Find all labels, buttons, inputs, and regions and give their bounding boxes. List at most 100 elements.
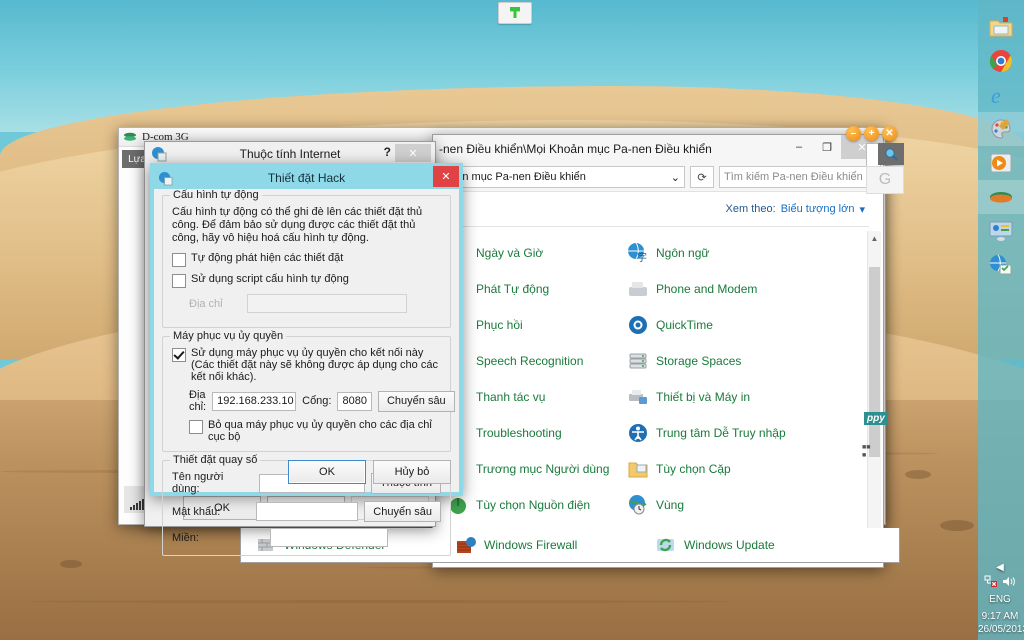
close-button[interactable]: ✕ — [882, 126, 897, 141]
list-item[interactable]: Phone and Modem — [627, 271, 807, 307]
vertical-scrollbar[interactable]: ▲ ▼ — [867, 231, 881, 561]
magnifier-icon[interactable] — [878, 143, 904, 165]
list-item[interactable]: Trương mục Người dùng — [447, 451, 627, 487]
list-item[interactable]: 字 Ngôn ngữ — [627, 235, 807, 271]
hack-dialog-button-row: OK Hủy bỏ — [288, 460, 451, 484]
close-button[interactable]: ✕ — [433, 166, 459, 187]
chrome-icon — [988, 48, 1014, 74]
list-item[interactable]: Phát Tự động — [447, 271, 627, 307]
dialog-title: Thiết đặt Hack — [267, 171, 346, 185]
use-script-checkbox[interactable] — [172, 274, 186, 288]
desktop-shortcut-icon[interactable] — [498, 2, 532, 24]
list-item[interactable]: Windows Firewall — [455, 528, 655, 562]
auto-detect-checkbox[interactable] — [172, 253, 186, 267]
list-item[interactable]: Thiết bị và Máy in — [627, 379, 807, 415]
maximize-button[interactable]: ❐ — [813, 135, 841, 159]
dock-item-paint[interactable] — [978, 112, 1024, 146]
scrollbar-thumb[interactable] — [869, 267, 880, 457]
dock-item-chrome[interactable] — [978, 44, 1024, 78]
system-tray: ◀ ENG 9:17 AM 26/05/2013 — [978, 562, 1024, 636]
devices-printers-icon — [627, 386, 649, 408]
language-indicator[interactable]: ENG — [978, 593, 1022, 606]
minimize-button[interactable]: – — [785, 135, 813, 159]
list-item[interactable]: Vùng — [627, 487, 807, 523]
password-input[interactable] — [256, 502, 359, 521]
clock-date[interactable]: 26/05/2013 — [978, 623, 1024, 636]
list-item[interactable]: Tùy chọn Nguồn điện — [447, 487, 627, 523]
g-watermark: G — [866, 166, 904, 194]
tiny-text: ■■ ■ — [862, 444, 871, 459]
password-label: Mật khẩu: — [172, 505, 221, 518]
domain-input[interactable] — [270, 528, 388, 547]
list-item[interactable]: Ngày và Giờ — [447, 235, 627, 271]
auto-config-address-label: Địa chỉ — [189, 297, 223, 310]
proxy-port-input[interactable]: 8080 — [337, 391, 372, 411]
item-label: Phone and Modem — [656, 282, 758, 296]
address-text: hoản mục Pa-nen Điều khiển — [444, 171, 586, 183]
item-label: Vùng — [656, 498, 685, 512]
svg-text:e: e — [991, 83, 1001, 108]
use-proxy-row[interactable]: Sử dụng máy phục vụ ủy quyền cho kết nối… — [172, 347, 441, 383]
dock-item-media-player[interactable] — [978, 146, 1024, 180]
domain-row: Miền: — [172, 528, 441, 547]
control-panel-icon — [988, 218, 1014, 244]
breadcrumb: -nen Điều khiển\Mọi Khoản mục Pa-nen Điề… — [439, 142, 712, 156]
dialog-title: Thuộc tính Internet — [239, 147, 341, 161]
dock-item-network-config[interactable] — [978, 248, 1024, 282]
hack-settings-dialog[interactable]: Thiết đặt Hack ✕ Cấu hình tự động Cấu hì… — [150, 163, 463, 556]
storage-spaces-icon — [627, 350, 649, 372]
group-caption: Cấu hình tự động — [170, 189, 262, 201]
chevron-down-icon[interactable]: ⌄ — [671, 171, 680, 184]
auto-config-address-input — [247, 294, 407, 313]
dock-item-viettel[interactable] — [978, 180, 1024, 214]
navigation-bar: hoản mục Pa-nen Điều khiển ⌄ ⟳ Tìm kiếm … — [433, 163, 883, 192]
item-label: Troubleshooting — [476, 426, 562, 440]
cancel-button[interactable]: Hủy bỏ — [373, 460, 451, 484]
list-item[interactable]: Trung tâm Dễ Truy nhập — [627, 415, 807, 451]
list-item[interactable]: QuickTime — [627, 307, 807, 343]
username-label: Tên người dùng: — [172, 471, 224, 495]
password-row: Mật khẩu: Chuyển sâu — [172, 501, 441, 522]
show-hidden-icons-arrow[interactable]: ◀ — [978, 562, 1022, 573]
network-error-icon[interactable] — [984, 575, 998, 591]
search-input[interactable]: Tìm kiếm Pa-nen Điều khiển ⌕ — [719, 166, 877, 188]
scroll-up-arrow[interactable]: ▲ — [868, 231, 881, 245]
bypass-checkbox[interactable] — [189, 420, 203, 434]
volume-icon[interactable] — [1002, 575, 1016, 591]
list-item[interactable]: Tùy chọn Cặp — [627, 451, 807, 487]
list-item[interactable]: Thanh tác vụ — [447, 379, 627, 415]
minimize-button[interactable]: – — [846, 126, 861, 141]
chevron-down-icon[interactable]: ▾ — [859, 203, 865, 216]
list-item[interactable]: Phục hồi — [447, 307, 627, 343]
hack-dialog-titlebar[interactable]: Thiết đặt Hack ✕ — [154, 166, 459, 189]
auto-detect-row[interactable]: Tự động phát hiện các thiết đặt — [172, 252, 441, 267]
close-button[interactable]: ✕ — [395, 144, 431, 162]
orange-window-controls: – + ✕ — [846, 126, 897, 141]
ease-of-access-icon — [627, 422, 649, 444]
item-label: Windows Firewall — [484, 538, 578, 552]
proxy-address-input[interactable]: 192.168.233.10 — [212, 391, 297, 411]
refresh-icon[interactable]: ⟳ — [690, 166, 714, 188]
list-item[interactable]: Storage Spaces — [627, 343, 807, 379]
help-button[interactable]: ? — [384, 145, 391, 159]
control-panel-titlebar[interactable]: -nen Điều khiển\Mọi Khoản mục Pa-nen Điề… — [433, 135, 883, 163]
right-dock: e — [978, 0, 1024, 640]
ok-button[interactable]: OK — [288, 460, 366, 484]
viettel-icon — [988, 184, 1014, 210]
bypass-row[interactable]: Bỏ qua máy phục vụ ủy quyền cho các địa … — [172, 419, 441, 443]
control-panel-window[interactable]: -nen Điều khiển\Mọi Khoản mục Pa-nen Điề… — [432, 134, 884, 568]
list-item[interactable]: Speech Recognition — [447, 343, 627, 379]
dock-item-folder[interactable] — [978, 10, 1024, 44]
maximize-button[interactable]: + — [864, 126, 879, 141]
use-proxy-checkbox[interactable] — [172, 348, 186, 362]
address-bar[interactable]: hoản mục Pa-nen Điều khiển ⌄ — [439, 166, 685, 188]
list-item[interactable]: Windows Update — [655, 528, 855, 562]
list-item[interactable]: Troubleshooting — [447, 415, 627, 451]
dock-item-control-panel[interactable] — [978, 214, 1024, 248]
clock-time[interactable]: 9:17 AM — [978, 610, 1022, 623]
use-script-row[interactable]: Sử dụng script cấu hình tự động — [172, 273, 441, 288]
view-by-value[interactable]: Biểu tượng lớn — [781, 203, 855, 215]
proxy-advanced-button[interactable]: Chuyển sâu — [377, 390, 455, 412]
dock-item-internet-explorer[interactable]: e — [978, 78, 1024, 112]
dialup-advanced-button[interactable]: Chuyển sâu — [364, 501, 441, 522]
